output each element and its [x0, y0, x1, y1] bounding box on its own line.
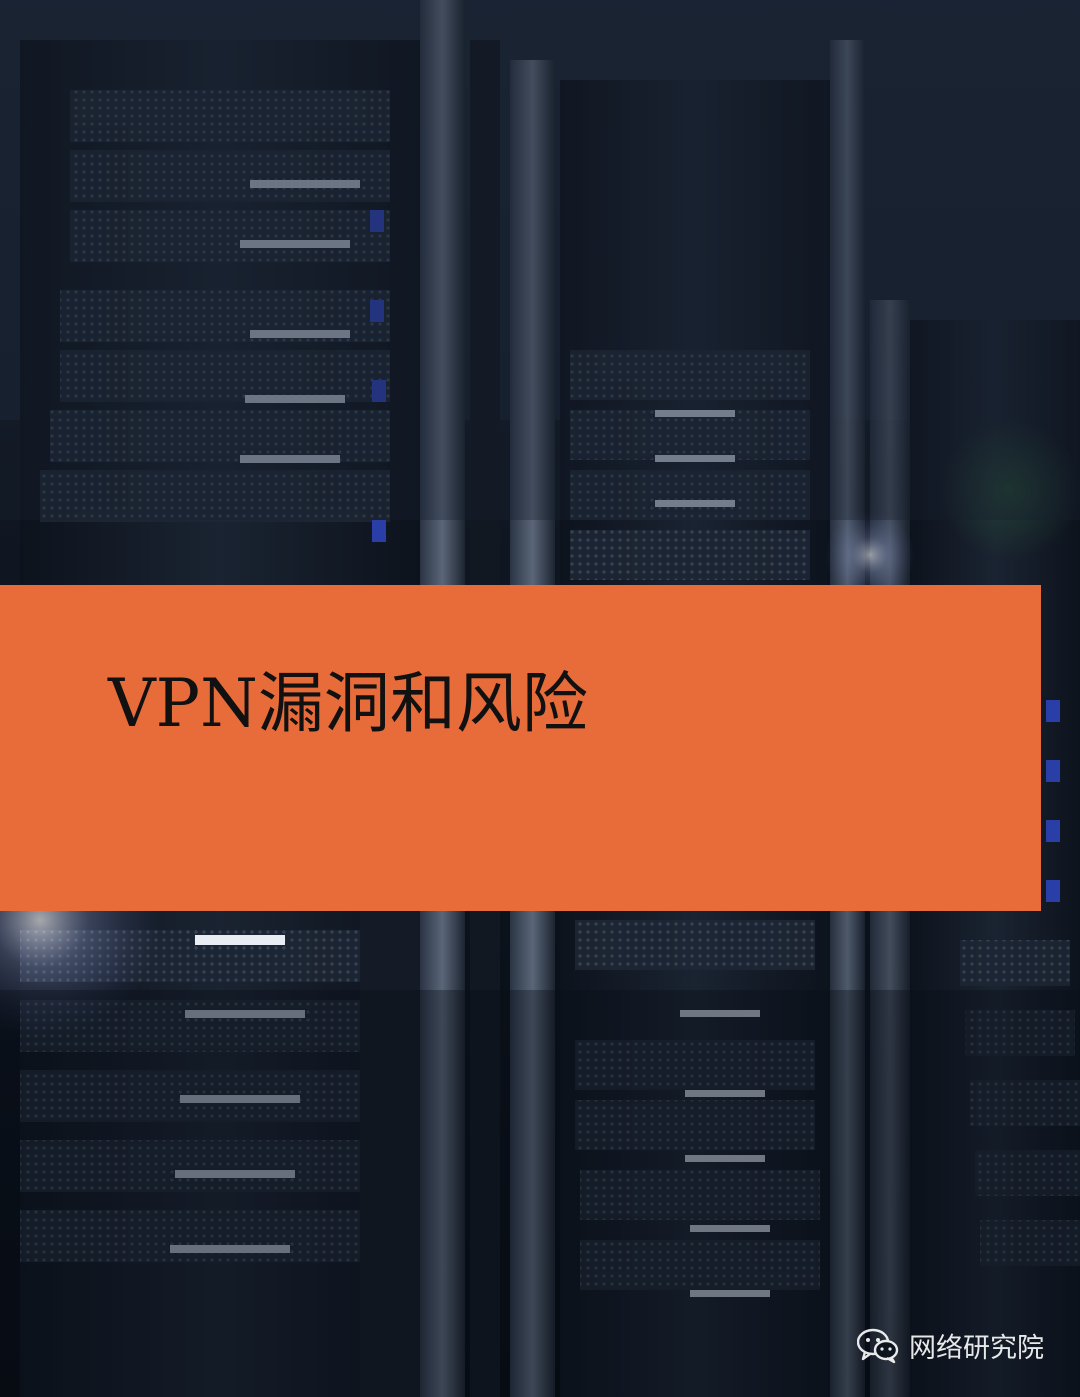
wechat-icon [857, 1328, 899, 1363]
account-watermark: 网络研究院 [857, 1326, 1044, 1365]
document-title: VPN漏洞和风险 [108, 665, 588, 742]
watermark-label: 网络研究院 [909, 1333, 1044, 1364]
title-banner [0, 585, 1041, 911]
document-cover: VPN漏洞和风险 网络研究院 [0, 0, 1080, 1397]
